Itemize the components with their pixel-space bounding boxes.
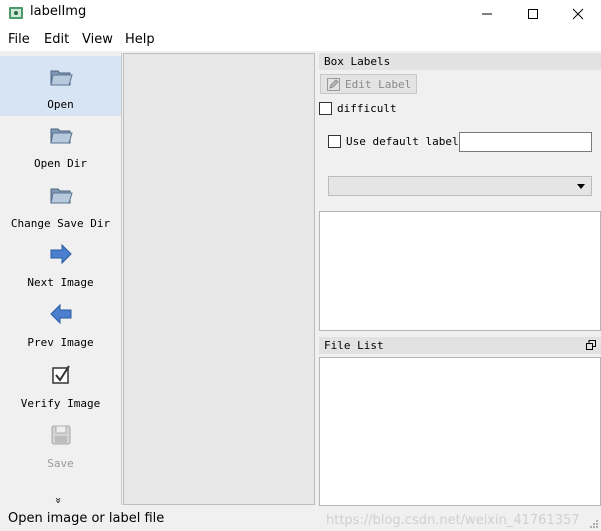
menu-bar: File Edit View Help [0,27,601,51]
chevron-down-icon [577,184,585,189]
difficult-checkbox[interactable] [319,102,332,115]
close-button[interactable] [555,0,601,27]
menu-help[interactable]: Help [125,27,155,51]
open-dir-button[interactable]: Open Dir [0,116,121,176]
label-list[interactable] [319,211,601,331]
minimize-icon [482,13,492,14]
verify-checkbox-icon [52,365,70,384]
prev-image-button[interactable]: Prev Image [0,296,121,356]
app-icon [9,7,23,19]
save-button[interactable]: Save [0,416,121,476]
change-save-dir-icon [50,188,73,204]
float-dock-icon[interactable] [586,340,596,350]
change-save-dir-button[interactable]: Change Save Dir [0,176,121,236]
maximize-icon [528,8,538,19]
difficult-label: difficult [337,102,397,115]
minimize-button[interactable] [464,0,510,27]
menu-view[interactable]: View [82,27,113,51]
menu-edit[interactable]: Edit [44,27,69,51]
arrow-left-icon [50,303,72,325]
file-list-title: File List [319,337,601,354]
use-default-label-text: Use default label [346,135,459,148]
watermark-text: https://blog.csdn.net/weixin_41761357 [326,513,580,528]
save-disk-icon [51,425,71,445]
next-image-label: Next Image [27,276,94,289]
box-labels-title: Box Labels [319,53,601,70]
status-message: Open image or label file [8,511,165,526]
save-label: Save [47,457,74,470]
toolbar: Open Open Dir Change Save Dir Next Image… [0,53,122,505]
status-bar: Open image or label file https://blog.cs… [0,507,601,531]
prev-image-label: Prev Image [27,336,94,349]
close-icon [572,8,584,19]
arrow-right-icon [50,243,72,265]
file-list-title-text: File List [324,339,384,352]
default-label-input[interactable] [459,132,592,152]
maximize-button[interactable] [510,0,556,27]
edit-label-text: Edit Label [345,78,412,91]
open-dir-label: Open Dir [34,157,87,170]
title-bar: labelImg [0,0,601,27]
open-button[interactable]: Open [0,56,121,116]
resize-grip-icon[interactable] [589,519,599,529]
toolbar-extension-button[interactable]: » [52,497,65,504]
use-default-label-checkbox[interactable] [328,135,341,148]
open-label: Open [47,98,74,111]
open-dir-icon [50,128,73,144]
verify-image-button[interactable]: Verify Image [0,356,121,416]
image-canvas[interactable] [123,53,315,505]
pencil-icon [327,78,340,91]
file-list[interactable] [319,357,601,506]
open-folder-icon [50,70,73,86]
verify-image-label: Verify Image [20,397,101,410]
edit-label-button[interactable]: Edit Label [320,74,417,94]
menu-file[interactable]: File [8,27,30,51]
window-title: labelImg [30,4,87,19]
change-save-dir-label: Change Save Dir [10,217,111,230]
label-combo-box[interactable] [328,176,592,196]
next-image-button[interactable]: Next Image [0,236,121,296]
